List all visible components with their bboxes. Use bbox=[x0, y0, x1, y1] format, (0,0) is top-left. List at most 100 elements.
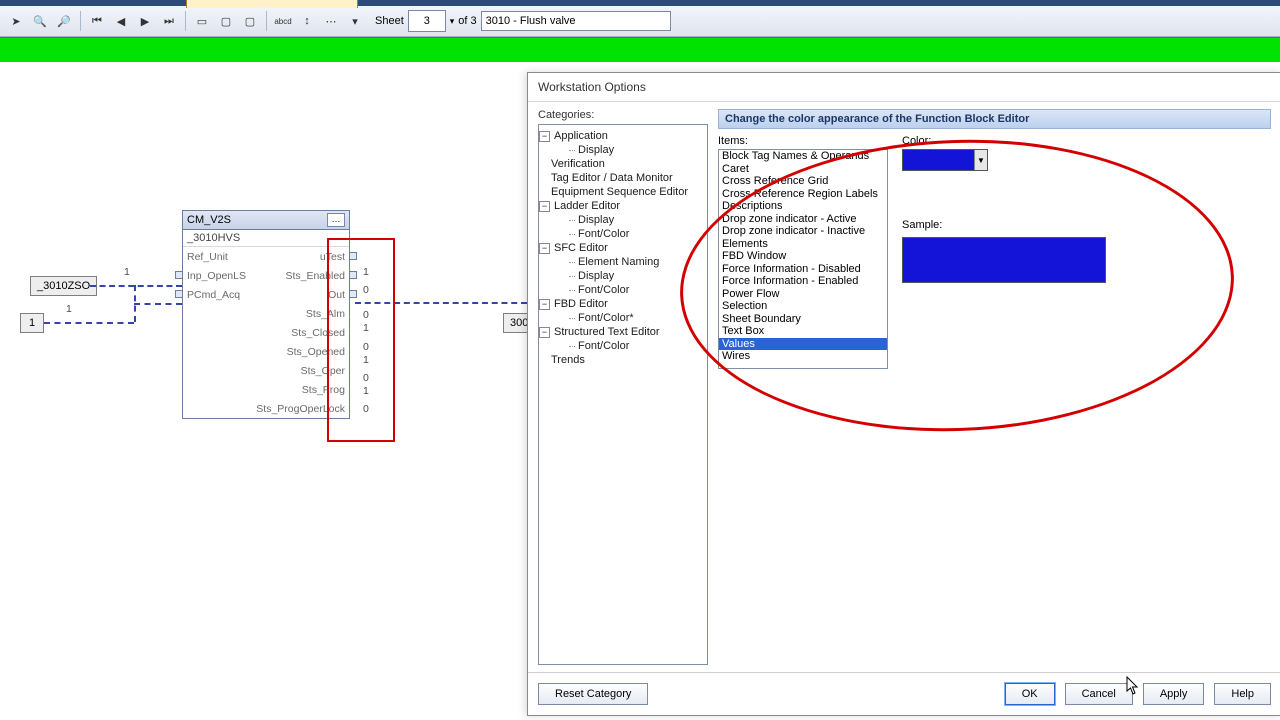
sheet-name-field[interactable]: 3010 - Flush valve bbox=[481, 11, 671, 31]
separator bbox=[185, 11, 186, 31]
items-listbox[interactable]: Block Tag Names & OperandsCaretCross Ref… bbox=[718, 149, 888, 369]
nav-prev-icon[interactable]: ◀ bbox=[111, 11, 131, 31]
sheet-dropdown-icon[interactable]: ▾ bbox=[450, 16, 455, 27]
output-value: 1 bbox=[363, 266, 369, 278]
list-item[interactable]: FBD Window bbox=[719, 250, 887, 263]
wire[interactable] bbox=[90, 285, 182, 287]
tool-icon[interactable]: ▭ bbox=[192, 11, 212, 31]
tree-node[interactable]: Application bbox=[541, 129, 705, 143]
tool-icon[interactable]: ⋯ bbox=[321, 11, 341, 31]
fb-input-pin[interactable]: Ref_Unit bbox=[187, 251, 228, 263]
pin-connector[interactable] bbox=[175, 271, 183, 279]
dropdown-icon[interactable]: ▾ bbox=[345, 11, 365, 31]
dialog-footer: Reset Category OK Cancel Apply Help bbox=[528, 672, 1280, 715]
ok-button[interactable]: OK bbox=[1005, 683, 1055, 705]
fb-input-pin[interactable]: Inp_OpenLS bbox=[187, 270, 246, 282]
chevron-down-icon[interactable]: ▼ bbox=[974, 150, 987, 170]
tree-node[interactable]: Font/Color bbox=[541, 339, 705, 353]
nav-next-icon[interactable]: ▶ bbox=[135, 11, 155, 31]
list-item[interactable]: Wires bbox=[719, 350, 887, 363]
cancel-button[interactable]: Cancel bbox=[1065, 683, 1133, 705]
categories-label: Categories: bbox=[538, 109, 708, 121]
tree-node[interactable]: Font/Color* bbox=[541, 311, 705, 325]
fb-properties-button[interactable]: … bbox=[327, 213, 345, 227]
wire-value: 1 bbox=[124, 266, 130, 278]
tree-node[interactable]: Display bbox=[541, 213, 705, 227]
tree-node[interactable]: Element Naming bbox=[541, 255, 705, 269]
wire[interactable] bbox=[134, 303, 182, 305]
output-value: 0 bbox=[363, 284, 369, 296]
categories-tree[interactable]: ApplicationDisplayVerificationTag Editor… bbox=[538, 124, 708, 665]
reset-category-button[interactable]: Reset Category bbox=[538, 683, 648, 705]
separator bbox=[266, 11, 267, 31]
output-value: 0 bbox=[363, 341, 369, 353]
nav-first-icon[interactable]: ⏮ bbox=[87, 11, 107, 31]
constant-block[interactable]: 1 bbox=[20, 313, 44, 333]
section-heading: Change the color appearance of the Funct… bbox=[718, 109, 1271, 129]
wire[interactable] bbox=[44, 322, 134, 324]
color-label: Color: bbox=[902, 135, 1106, 147]
tree-node[interactable]: Tag Editor / Data Monitor bbox=[541, 171, 705, 185]
list-item[interactable]: Force Information - Enabled bbox=[719, 275, 887, 288]
tree-node[interactable]: Structured Text Editor bbox=[541, 325, 705, 339]
output-value: 1 bbox=[363, 354, 369, 366]
list-item[interactable]: Cross Reference Grid bbox=[719, 175, 887, 188]
list-item[interactable]: Values bbox=[719, 338, 887, 351]
separator bbox=[80, 11, 81, 31]
tool-icon[interactable]: ▢ bbox=[216, 11, 236, 31]
wire-value: 1 bbox=[66, 303, 72, 315]
list-item[interactable]: Drop zone indicator - Active bbox=[719, 213, 887, 226]
list-item[interactable]: Sheet Boundary bbox=[719, 313, 887, 326]
list-item[interactable]: Power Flow bbox=[719, 288, 887, 301]
tool-icon[interactable]: ▢ bbox=[240, 11, 260, 31]
color-sample bbox=[902, 237, 1106, 283]
tree-node[interactable]: Font/Color bbox=[541, 283, 705, 297]
pointer-icon[interactable]: ➤ bbox=[6, 11, 26, 31]
sheet-number-input[interactable] bbox=[408, 10, 446, 32]
zoom-out-icon[interactable]: 🔎 bbox=[54, 11, 74, 31]
tree-node[interactable]: Ladder Editor bbox=[541, 199, 705, 213]
annotation-rect bbox=[327, 238, 395, 442]
active-tab[interactable] bbox=[186, 0, 358, 8]
tree-node[interactable]: Verification bbox=[541, 157, 705, 171]
list-item[interactable]: Caret bbox=[719, 163, 887, 176]
tag-reference[interactable]: _3010ZSO bbox=[30, 276, 97, 296]
list-item[interactable]: Block Tag Names & Operands bbox=[719, 150, 887, 163]
tree-node[interactable]: Equipment Sequence Editor bbox=[541, 185, 705, 199]
help-button[interactable]: Help bbox=[1214, 683, 1271, 705]
apply-button[interactable]: Apply bbox=[1143, 683, 1205, 705]
list-item[interactable]: Text Box bbox=[719, 325, 887, 338]
list-item[interactable]: Selection bbox=[719, 300, 887, 313]
tree-node[interactable]: FBD Editor bbox=[541, 297, 705, 311]
tree-node[interactable]: Display bbox=[541, 143, 705, 157]
workstation-options-dialog: Workstation Options Categories: Applicat… bbox=[527, 72, 1280, 716]
tree-node[interactable]: Display bbox=[541, 269, 705, 283]
abcd-icon[interactable]: abcd bbox=[273, 11, 293, 31]
fb-header[interactable]: CM_V2S … bbox=[183, 211, 349, 230]
output-value: 0 bbox=[363, 403, 369, 415]
output-value: 1 bbox=[363, 385, 369, 397]
pin-connector[interactable] bbox=[175, 290, 183, 298]
nav-last-icon[interactable]: ⏭ bbox=[159, 11, 179, 31]
dialog-title: Workstation Options bbox=[528, 73, 1280, 102]
color-picker[interactable]: ▼ bbox=[902, 149, 988, 171]
list-item[interactable]: Drop zone indicator - Inactive bbox=[719, 225, 887, 238]
tree-node[interactable]: SFC Editor bbox=[541, 241, 705, 255]
list-item[interactable]: Elements bbox=[719, 238, 887, 251]
toolbar: ➤ 🔍 🔎 ⏮ ◀ ▶ ⏭ ▭ ▢ ▢ abcd ↕ ⋯ ▾ Sheet ▾ o… bbox=[0, 6, 1280, 37]
document-tabstrip bbox=[0, 0, 1280, 6]
sheet-of-label: of 3 bbox=[458, 15, 476, 27]
tree-node[interactable]: Trends bbox=[541, 353, 705, 367]
fb-body: Ref_UnituTest Inp_OpenLSSts_Enabled PCmd… bbox=[183, 247, 349, 418]
list-item[interactable]: Cross Reference Region Labels bbox=[719, 188, 887, 201]
app-root: ➤ 🔍 🔎 ⏮ ◀ ▶ ⏭ ▭ ▢ ▢ abcd ↕ ⋯ ▾ Sheet ▾ o… bbox=[0, 0, 1280, 720]
list-item[interactable]: Force Information - Disabled bbox=[719, 263, 887, 276]
fb-input-pin[interactable]: PCmd_Acq bbox=[187, 289, 240, 301]
tool-icon[interactable]: ↕ bbox=[297, 11, 317, 31]
zoom-in-icon[interactable]: 🔍 bbox=[30, 11, 50, 31]
fb-instance-name: _3010HVS bbox=[183, 230, 349, 247]
tree-node[interactable]: Font/Color bbox=[541, 227, 705, 241]
output-value: 0 bbox=[363, 309, 369, 321]
function-block[interactable]: CM_V2S … _3010HVS Ref_UnituTest Inp_Open… bbox=[182, 210, 350, 419]
list-item[interactable]: Descriptions bbox=[719, 200, 887, 213]
